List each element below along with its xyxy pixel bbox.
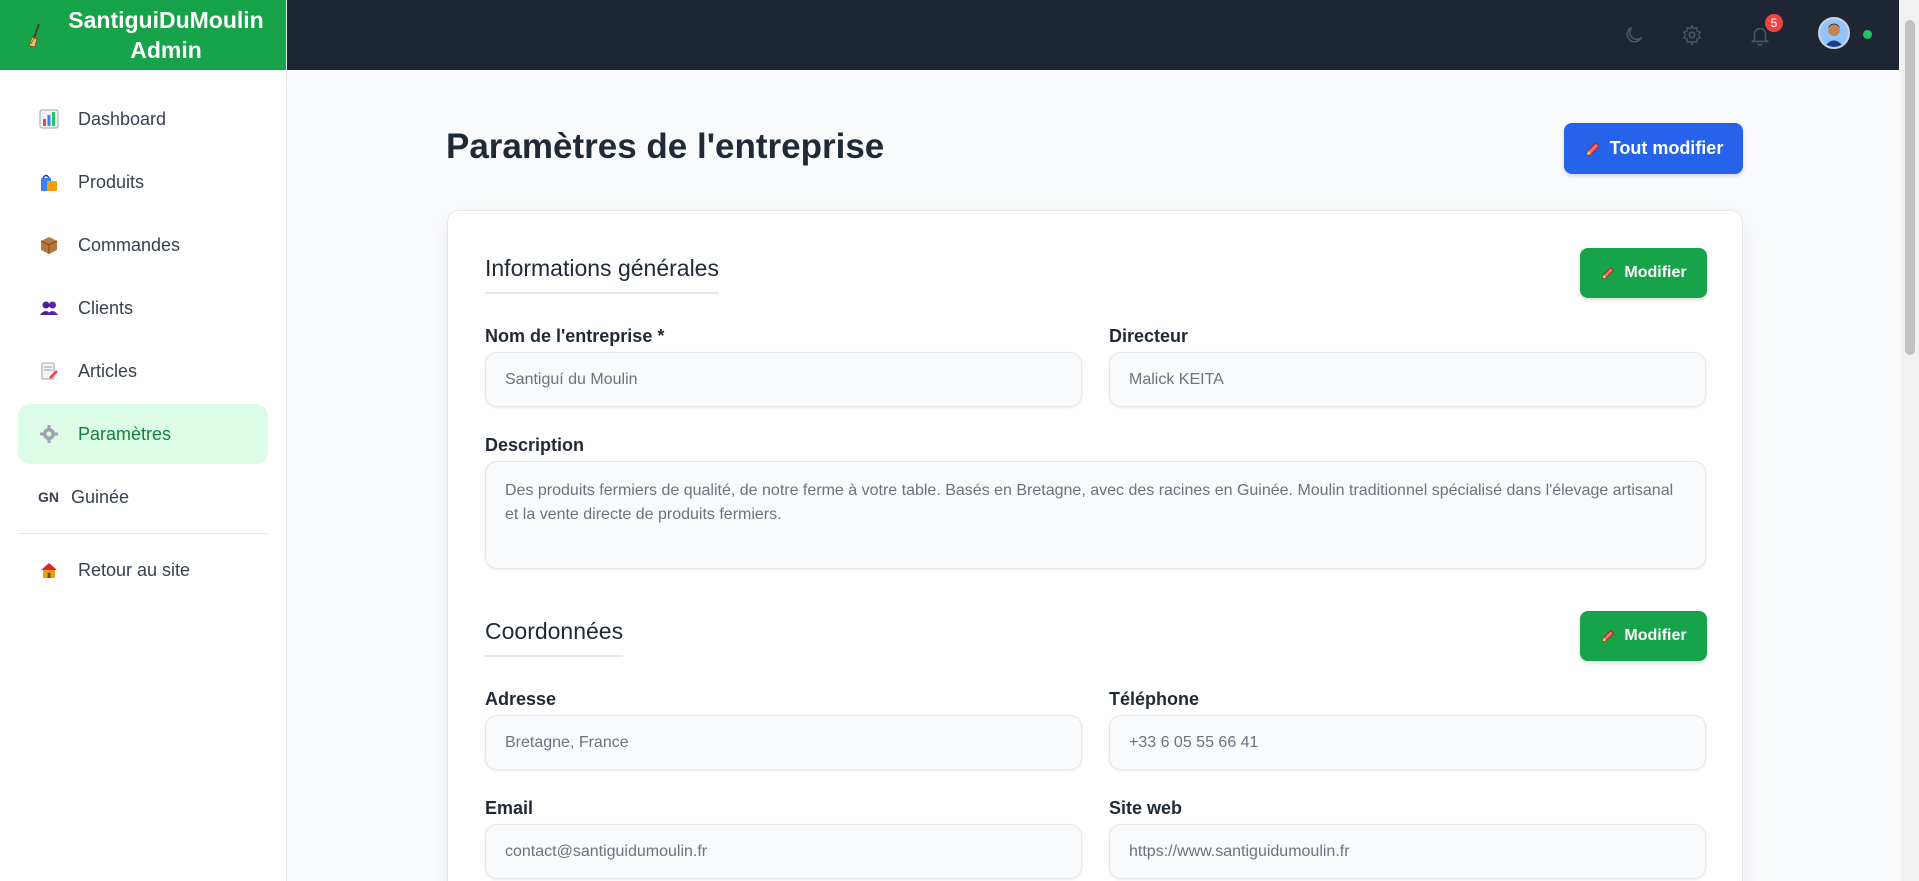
address-label: Adresse [485, 689, 557, 709]
director-label: Directeur [1109, 326, 1189, 346]
description-label: Description [485, 435, 585, 455]
modify-contact-button[interactable]: Modifier [1580, 611, 1707, 661]
sidebar: SantiguiDuMoulin Admin Dashboard Produit… [0, 0, 287, 881]
sidebar-item-label: Guinée [71, 486, 130, 507]
edit-all-button[interactable]: Tout modifier [1564, 123, 1743, 174]
scrollbar-thumb[interactable] [1905, 20, 1915, 355]
sidebar-item-articles[interactable]: Articles [18, 341, 268, 401]
sidebar-item-label: Produits [78, 171, 145, 192]
sidebar-item-retour-au-site[interactable]: Retour au site [18, 540, 268, 600]
moon-icon[interactable] [1621, 22, 1647, 48]
gear-icon [38, 423, 60, 445]
sidebar-item-label: Commandes [78, 234, 181, 255]
sidebar-item-clients[interactable]: Clients [18, 278, 268, 338]
house-icon [38, 559, 60, 581]
page-scrollbar[interactable] [1901, 0, 1919, 881]
sidebar-divider [18, 533, 268, 534]
phone-label: Téléphone [1109, 689, 1200, 709]
sidebar-item-label: Retour au site [78, 559, 191, 580]
bell-icon[interactable]: 5 [1747, 14, 1783, 48]
modify-label: Modifier [1624, 627, 1687, 644]
settings-card: Informations générales Modifier Nom de l… [447, 210, 1743, 881]
sidebar-item-commandes[interactable]: Commandes [18, 215, 268, 275]
shopping-bags-icon [38, 171, 60, 193]
description-field[interactable]: Des produits fermiers de qualité, de not… [485, 461, 1706, 569]
modify-general-button[interactable]: Modifier [1580, 248, 1707, 298]
page-title: Paramètres de l'entreprise [446, 127, 885, 166]
memo-icon [38, 360, 60, 382]
pencil-icon [1600, 265, 1616, 281]
modify-label: Modifier [1624, 264, 1687, 281]
notification-badge: 5 [1765, 14, 1783, 32]
sidebar-item-parametres[interactable]: Paramètres [18, 404, 268, 464]
director-field[interactable]: Malick KEITA [1109, 352, 1706, 407]
website-label: Site web [1109, 798, 1183, 818]
sidebar-item-guinee[interactable]: GN Guinée [18, 467, 268, 527]
address-field[interactable]: Bretagne, France [485, 715, 1082, 770]
company-name-field[interactable]: Santiguí du Moulin [485, 352, 1082, 407]
email-label: Email [485, 798, 534, 818]
edit-all-label: Tout modifier [1609, 138, 1724, 158]
sidebar-item-label: Articles [78, 360, 138, 381]
guinea-flag-icon: GN [38, 489, 59, 505]
package-icon [38, 234, 60, 256]
topbar: 5 [287, 0, 1899, 70]
pencil-icon [1600, 628, 1616, 644]
users-icon [38, 297, 60, 319]
sidebar-item-dashboard[interactable]: Dashboard [18, 89, 268, 149]
company-name-label: Nom de l'entreprise * [485, 326, 665, 346]
sidebar-item-label: Dashboard [78, 108, 167, 129]
section-title-contact: Coordonnées [485, 618, 624, 657]
brand-title: SantiguiDuMoulin Admin [68, 7, 264, 63]
section-title-general: Informations générales [485, 255, 719, 294]
user-avatar[interactable] [1818, 17, 1850, 49]
bar-chart-icon [38, 108, 60, 130]
sidebar-item-produits[interactable]: Produits [18, 152, 268, 212]
sidebar-item-label: Clients [78, 297, 134, 318]
pencil-icon [1584, 140, 1602, 158]
website-field[interactable]: https://www.santiguidumoulin.fr [1109, 824, 1706, 879]
online-status-dot [1863, 30, 1872, 39]
phone-field[interactable]: +33 6 05 55 66 41 [1109, 715, 1706, 770]
brand-header[interactable]: SantiguiDuMoulin Admin [0, 0, 286, 70]
sidebar-nav: Dashboard Produits Commandes Clients Art… [0, 70, 286, 600]
settings-gear-icon[interactable] [1679, 22, 1705, 48]
email-field[interactable]: contact@santiguidumoulin.fr [485, 824, 1082, 879]
sidebar-item-label: Paramètres [78, 423, 172, 444]
broom-logo-icon [26, 22, 46, 48]
